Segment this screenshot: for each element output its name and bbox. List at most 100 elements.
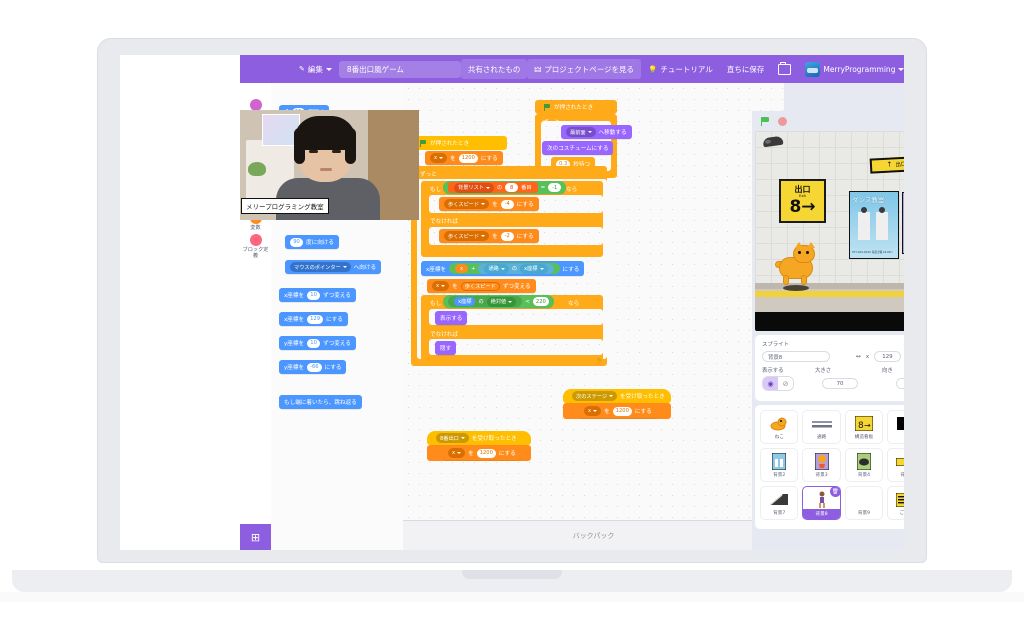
poster-fineprint: 077-XXX-XXXX 毎週土曜 19:00〜 xyxy=(852,250,893,254)
block-input[interactable]: 1200 xyxy=(476,448,496,458)
edit-menu[interactable]: ✎ 編集 xyxy=(292,59,339,79)
block-input[interactable]: -66 xyxy=(307,362,322,372)
my-stuff-button[interactable] xyxy=(771,59,798,79)
block-set-speed-true[interactable]: 歩くスピード を -4 にする xyxy=(439,197,539,211)
else-label-1: でなければ xyxy=(430,219,458,225)
block-dropdown[interactable]: 歩くスピード xyxy=(444,231,490,241)
block-input[interactable]: 90 xyxy=(290,237,303,247)
block-dropdown[interactable]: x座標 xyxy=(520,263,548,274)
block-dropdown[interactable]: 次のステージ xyxy=(572,391,618,401)
block-label: にする xyxy=(498,451,516,457)
block-input[interactable]: 220 xyxy=(532,297,549,306)
category-dot xyxy=(249,234,262,246)
math-op-of-block[interactable]: x座標 の 絶対値 xyxy=(448,296,523,307)
block-change-variable-x[interactable]: x を 歩くスピード ずつ変える xyxy=(427,279,536,293)
palette-block-point-towards[interactable]: マウスのポインター へ向ける xyxy=(285,260,382,274)
block-dropdown[interactable]: x xyxy=(432,281,450,291)
green-flag-icon[interactable] xyxy=(760,116,771,127)
block-dropdown[interactable]: x xyxy=(430,153,448,163)
sprite-card-bg9[interactable]: 背景9 xyxy=(844,486,884,520)
x-input[interactable]: 129 xyxy=(874,351,901,362)
sprite-card-bg7[interactable]: 背景7 xyxy=(760,486,799,520)
block-input[interactable]: 10 xyxy=(307,338,321,348)
sprite-card-signboard[interactable]: 8 → 構造看板 xyxy=(844,410,884,444)
palette-block-bounce-on-edge[interactable]: もし端に着いたら、跳ね返る xyxy=(279,395,362,409)
stage-view[interactable]: 出口 Exit 8→ ↑ 出口 8 ダンス教室 xyxy=(755,131,904,331)
variable-reporter[interactable]: x xyxy=(455,264,469,273)
block-input[interactable]: 1200 xyxy=(612,406,632,416)
block-hide[interactable]: 隠す xyxy=(435,341,457,355)
project-title-input[interactable]: 8番出口風ゲーム xyxy=(338,60,461,78)
block-dropdown[interactable]: 通路 xyxy=(484,263,509,274)
hat-label-2: が押されたとき xyxy=(539,100,598,114)
sprite-card-bg5[interactable]: 背景5 xyxy=(887,448,904,482)
attribute-of-block[interactable]: 通路 の x座標 xyxy=(478,263,554,274)
sprite-card-info-board[interactable]: ご案内 xyxy=(887,486,904,520)
block-dropdown[interactable]: 背景リスト xyxy=(454,182,494,193)
block-input[interactable]: 8 xyxy=(505,183,519,192)
block-input[interactable]: 129 xyxy=(307,314,323,324)
category-my-blocks[interactable]: ブロック定義 xyxy=(240,234,271,259)
block-go-to-layer[interactable]: 最前面 へ移動する xyxy=(561,125,632,139)
sprite-name: ご案内 xyxy=(899,511,904,516)
block-next-costume[interactable]: 次のコスチュームにする xyxy=(542,141,614,155)
block-dropdown[interactable]: 歩くスピード xyxy=(444,199,490,209)
shared-button[interactable]: 共有されたもの xyxy=(460,59,528,79)
sprite-card-bg2[interactable]: 背景2 xyxy=(760,448,799,482)
sprite-card-bg4[interactable]: 背景4 xyxy=(844,448,884,482)
block-dropdown[interactable]: x xyxy=(448,448,466,458)
palette-block-point-direction[interactable]: 90 度に向ける xyxy=(285,235,339,249)
block-dropdown[interactable]: マウスのポインター xyxy=(290,262,351,272)
block-dropdown[interactable]: 絶対値 xyxy=(486,296,517,307)
add-extension-button[interactable]: ⊞ xyxy=(240,524,271,550)
block-dropdown[interactable]: 8番出口 xyxy=(436,433,469,443)
size-value: 70 xyxy=(836,380,844,387)
palette-block-set-x[interactable]: x座標を 129 にする xyxy=(279,312,348,326)
tutorial-button[interactable]: 💡 チュートリアル xyxy=(641,59,720,79)
cat-sprite[interactable] xyxy=(775,242,817,291)
block-input[interactable]: 10 xyxy=(307,290,321,300)
sprite-card-bg8[interactable]: 🗑 背景8 xyxy=(802,486,841,520)
eye-icon[interactable]: ◉ xyxy=(763,377,778,390)
sprite-card-black[interactable]: 黒 xyxy=(887,410,904,444)
palette-block-change-y[interactable]: y座標を 10 ずつ変える xyxy=(279,336,356,350)
block-show[interactable]: 表示する xyxy=(435,311,468,325)
block-dropdown[interactable]: x xyxy=(584,406,602,416)
block-input[interactable]: -4 xyxy=(500,199,514,209)
addition-operator[interactable]: x + 通路 の x座標 xyxy=(449,263,560,274)
block-set-variable-x-exit8[interactable]: x を 1200 にする xyxy=(443,446,521,460)
block-input[interactable]: -1 xyxy=(548,183,562,192)
sprite-card-corridor[interactable]: 通路 xyxy=(802,410,841,444)
sprite-list[interactable]: ねこ 通路 8 → 構造看板 背景2 背景3 背景4 背景7 🗑 背景8 背景9… xyxy=(755,405,904,529)
block-set-x-to-expr[interactable]: x座標を x + 通路 の x座標 にする xyxy=(421,261,585,276)
block-input[interactable]: 1200 xyxy=(458,153,478,163)
list-item-of-block[interactable]: 背景リスト の 8 番目 xyxy=(448,182,538,193)
save-now-button[interactable]: 直ちに保存 xyxy=(720,59,772,79)
sprite-name-input[interactable]: 背景8 xyxy=(762,351,830,362)
account-menu[interactable]: MerryProgramming xyxy=(798,59,904,79)
block-input[interactable]: -2 xyxy=(500,231,514,241)
sprite-card-bg3[interactable]: 背景3 xyxy=(802,448,841,482)
sprite-card-neko[interactable]: ねこ xyxy=(760,410,799,444)
project-title-text: 8番出口風ゲーム xyxy=(346,64,404,74)
palette-block-change-x[interactable]: x座標を 10 ずつ変える xyxy=(279,288,356,302)
x-position-icon: ↔ xyxy=(855,353,861,360)
block-set-variable-x[interactable]: x を 1200 にする xyxy=(425,151,503,165)
backpack-bar[interactable]: バックパック xyxy=(403,520,784,550)
delete-sprite-icon[interactable]: 🗑 xyxy=(829,487,840,497)
variable-reporter[interactable]: 歩くスピード xyxy=(460,281,500,291)
stop-sign-icon[interactable] xyxy=(778,116,787,126)
block-set-speed-false[interactable]: 歩くスピード を -2 にする xyxy=(439,229,539,243)
block-set-variable-x-next-stage[interactable]: x を 1200 にする xyxy=(579,404,657,418)
see-project-page-button[interactable]: 🜲 プロジェクトページを見る xyxy=(527,59,642,79)
block-dropdown[interactable]: 最前面 xyxy=(566,127,596,137)
visibility-toggle[interactable]: ◉ ⊘ xyxy=(762,376,794,391)
size-input[interactable]: 70 xyxy=(822,378,858,389)
motion-reporter[interactable]: x座標 xyxy=(454,297,476,306)
less-than-operator[interactable]: x座標 の 絶対値 < 220 xyxy=(443,295,554,308)
direction-input[interactable]: -90 xyxy=(896,378,904,389)
script-canvas[interactable]: が押されたとき ずっと 最前面 へ移動する 次のコスチュームにする 0.3 秒待… xyxy=(403,83,784,550)
palette-block-set-y[interactable]: y座標を -66 にする xyxy=(279,360,347,374)
equals-operator[interactable]: 背景リスト の 8 番目 = -1 xyxy=(443,181,567,194)
eye-slash-icon[interactable]: ⊘ xyxy=(778,377,793,390)
